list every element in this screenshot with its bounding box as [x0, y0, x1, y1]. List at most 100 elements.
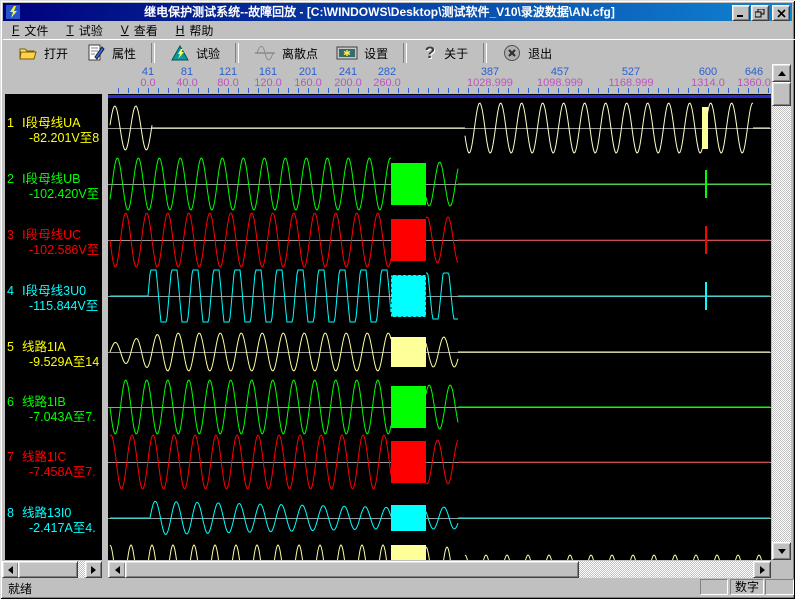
- ruler-tick: [508, 88, 509, 93]
- ruler-tick: [398, 88, 399, 93]
- ruler-time-label: 80.0: [217, 77, 238, 89]
- arrow-up-icon: [778, 71, 786, 76]
- ruler-time-label: 260.0: [373, 77, 401, 89]
- menu-item-help[interactable]: H帮助: [167, 21, 223, 39]
- ruler-tick: [738, 88, 739, 93]
- ruler-tick: [628, 88, 629, 93]
- ruler-tick: [298, 88, 299, 93]
- toolbar-exit-label: 退出: [528, 45, 552, 62]
- ruler-tick: [338, 88, 339, 93]
- ruler-tick: [278, 88, 279, 93]
- horizontal-scrollbar-labels[interactable]: [2, 561, 102, 578]
- ruler-tick: [378, 88, 379, 93]
- ruler-tick: [148, 88, 149, 93]
- ruler-time-label: 200.0: [334, 77, 362, 89]
- toolbar-button-about[interactable]: ? ? 关于: [413, 41, 477, 66]
- arrow-left-icon: [115, 566, 120, 574]
- toolbar-button-open[interactable]: 打开: [9, 41, 77, 66]
- toolbar-open-label: 打开: [44, 45, 68, 62]
- menu-item-file[interactable]: F文件: [3, 21, 57, 39]
- scroll-down-button[interactable]: [772, 542, 791, 560]
- ruler-tick: [198, 88, 199, 93]
- channel-label-3[interactable]: 3Ⅰ段母线UC-102.586V至: [7, 228, 102, 258]
- vertical-scrollbar[interactable]: [772, 64, 791, 560]
- toolbar-button-properties[interactable]: 属性: [77, 41, 145, 66]
- ruler-tick: [528, 88, 529, 93]
- ruler-tick: [728, 88, 729, 93]
- status-ready-text: 就绪: [8, 580, 32, 597]
- toolbar-button-discrete[interactable]: 离散点: [245, 41, 327, 66]
- channel-label-7[interactable]: 7线路1IC-7.458A至7.: [7, 450, 102, 480]
- toolbar-button-test[interactable]: 试验: [161, 41, 229, 66]
- menu-test-label: 试验: [79, 22, 103, 39]
- ruler-tick: [308, 88, 309, 93]
- ruler-tick: [608, 88, 609, 93]
- ruler-time-label: 1028.999: [467, 77, 513, 89]
- cursor-mark-ch3: [705, 226, 707, 254]
- vertical-scrollbar-thumb[interactable]: [772, 82, 791, 106]
- restore-button[interactable]: [751, 5, 769, 21]
- ruler-tick: [708, 88, 709, 93]
- menu-item-view[interactable]: V查看: [112, 21, 167, 39]
- ruler-tick: [578, 88, 579, 93]
- gap-marker-block-ch8: [391, 505, 426, 531]
- channel-label-2[interactable]: 2Ⅰ段母线UB-102.420V至: [7, 172, 102, 202]
- ruler-tick: [318, 88, 319, 93]
- labels-scroll-left-button[interactable]: [2, 561, 19, 578]
- time-ruler: 410.08140.012180.0161120.0201160.0241200…: [108, 64, 788, 94]
- settings-folder-icon: [336, 44, 358, 62]
- gap-marker-block-ch7: [391, 441, 426, 483]
- menu-bar: F文件 T试验 V查看 H帮助: [3, 21, 792, 39]
- channel-label-6[interactable]: 6线路1IB-7.043A至7.: [7, 395, 102, 425]
- ruler-tick: [678, 88, 679, 93]
- channel-label-4[interactable]: 4Ⅰ段母线3U0-115.844V至: [7, 284, 102, 314]
- channel-label-8[interactable]: 8线路13I0-2.417A至4.: [7, 506, 102, 536]
- toolbar-button-settings[interactable]: 设置: [327, 41, 397, 66]
- ruler-tick: [118, 88, 119, 93]
- ruler-tick: [758, 88, 759, 93]
- close-button[interactable]: [772, 5, 790, 21]
- ruler-tick: [448, 88, 449, 93]
- ruler-tick: [488, 88, 489, 93]
- window-title: 继电保护测试系统--故障回放 - [C:\WINDOWS\Desktop\测试软…: [23, 3, 736, 21]
- horizontal-scrollbar-thumb[interactable]: [125, 561, 579, 578]
- restore-icon: [755, 9, 765, 18]
- waveform-canvas[interactable]: [108, 94, 771, 560]
- minimize-button[interactable]: [732, 5, 750, 21]
- ruler-baseline: [108, 95, 771, 98]
- ruler-tick: [248, 88, 249, 93]
- menu-item-test[interactable]: T试验: [57, 21, 111, 39]
- cursor-mark-ch1: [702, 107, 708, 149]
- ruler-tick: [558, 88, 559, 93]
- ruler-time-label: 1360.0: [737, 77, 771, 89]
- ruler-time-label: 160.0: [294, 77, 322, 89]
- channel-label-5[interactable]: 5线路1IA-9.529A至14: [7, 340, 102, 370]
- ruler-tick: [168, 88, 169, 93]
- num-lock-indicator: 数字: [730, 579, 764, 595]
- ruler-tick: [158, 88, 159, 93]
- ruler-tick: [648, 88, 649, 93]
- scroll-right-button[interactable]: [753, 561, 771, 578]
- caps-lock-panel: [700, 579, 728, 595]
- waveform-trace-ch7: [110, 435, 770, 489]
- waveform-area[interactable]: [108, 94, 771, 560]
- labels-scrollbar-thumb[interactable]: [18, 561, 78, 578]
- ruler-tick: [538, 88, 539, 93]
- gap-marker-block-ch2: [391, 163, 426, 205]
- ruler-tick: [228, 88, 229, 93]
- ruler-tick: [598, 88, 599, 93]
- ruler-tick: [748, 88, 749, 93]
- toolbar-button-exit[interactable]: 退出: [493, 41, 561, 66]
- labels-scroll-right-button[interactable]: [85, 561, 102, 578]
- exit-icon: [502, 44, 522, 62]
- ruler-tick: [418, 88, 419, 93]
- gap-marker-block-ch4: [391, 275, 426, 317]
- horizontal-scrollbar-main[interactable]: [108, 561, 771, 578]
- ruler-time-label: 1168.999: [608, 77, 653, 89]
- status-bar: 就绪 数字: [3, 579, 792, 596]
- open-folder-icon: [18, 44, 38, 62]
- scroll-up-button[interactable]: [772, 64, 791, 82]
- ruler-tick: [288, 88, 289, 93]
- channel-label-1[interactable]: 1Ⅰ段母线UA-82.201V至8: [7, 116, 102, 146]
- scroll-left-button[interactable]: [108, 561, 126, 578]
